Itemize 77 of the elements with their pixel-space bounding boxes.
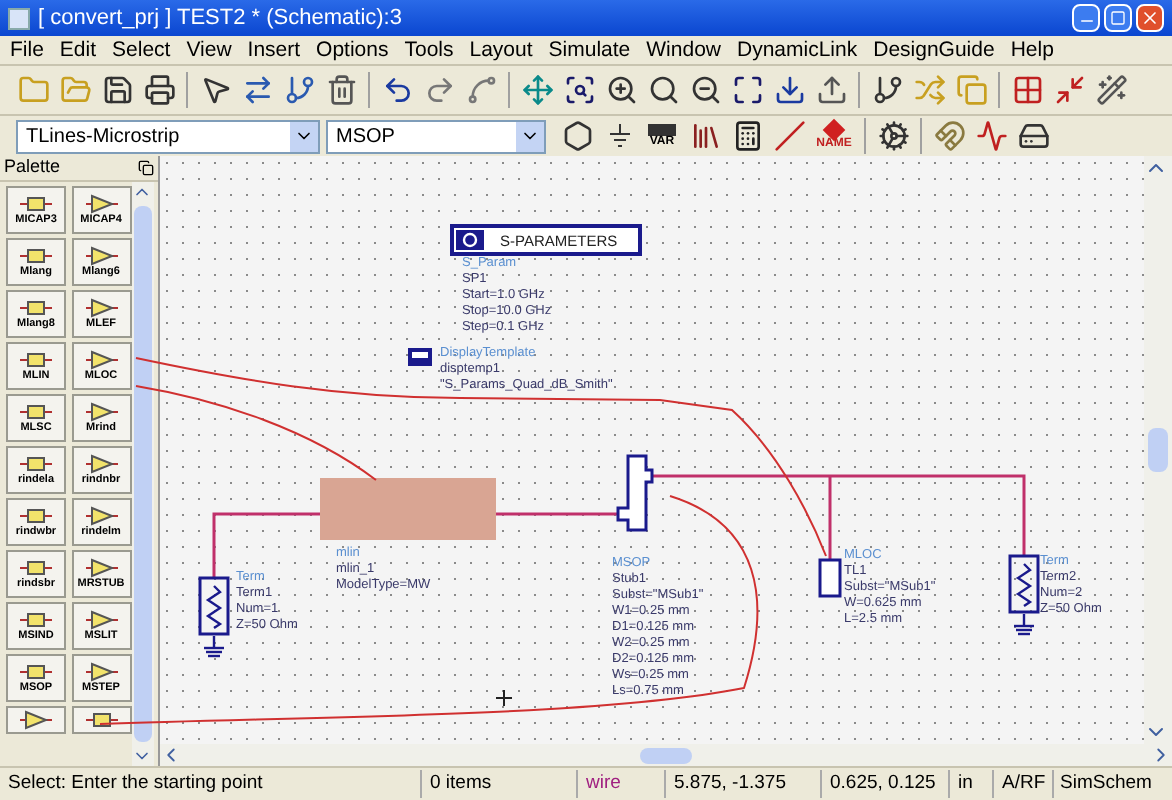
menu-item[interactable]: File <box>10 39 44 61</box>
simulation-block[interactable] <box>450 224 642 256</box>
termination-symbol[interactable] <box>198 576 230 636</box>
component-icon <box>20 193 52 214</box>
crosshair-cursor <box>495 689 513 707</box>
component-icon <box>85 401 117 422</box>
component-icon <box>20 453 52 474</box>
component-icon <box>20 710 52 730</box>
close-button[interactable] <box>1136 4 1164 32</box>
component-icon <box>85 710 117 730</box>
chevron-icon <box>516 121 544 151</box>
status-simulator: SimSchem <box>1052 769 1156 799</box>
component-icon <box>20 557 52 578</box>
window-title: [ convert_prj ] TEST2 * (Schematic):3 <box>38 3 402 34</box>
component-icon <box>85 609 117 630</box>
component-icon <box>20 661 52 682</box>
status-item-count: 0 items <box>420 769 576 799</box>
library-dropdown[interactable]: TLines-Microstrip <box>16 119 320 153</box>
scroll-thumb[interactable] <box>134 206 152 742</box>
simulation-icon <box>456 230 484 250</box>
wire[interactable] <box>652 474 1026 556</box>
component-icon <box>85 453 117 474</box>
component-icon <box>85 193 117 214</box>
template-icon <box>408 348 432 366</box>
menu-item[interactable]: Tools <box>404 39 454 61</box>
menu-item[interactable]: Window <box>646 39 721 61</box>
status-offset: 0.625, 0.125 <box>820 769 948 799</box>
schematic-canvas[interactable] <box>160 156 1144 744</box>
wire[interactable] <box>212 512 320 578</box>
minimize-button[interactable] <box>1072 4 1100 32</box>
status-coordinates: 5.875, -1.375 <box>664 769 820 799</box>
app-icon <box>8 7 30 29</box>
component-icon <box>20 609 52 630</box>
menu-item[interactable]: Select <box>112 39 171 61</box>
component-icon <box>20 245 52 266</box>
palette-item[interactable] <box>6 706 66 734</box>
status-units: in <box>948 769 992 799</box>
menu-item[interactable]: View <box>186 39 232 61</box>
open-stub-symbol[interactable] <box>616 454 654 532</box>
scroll-thumb[interactable] <box>1148 428 1168 472</box>
ground-symbol <box>204 636 224 658</box>
component-dropdown[interactable]: MSOP <box>326 119 546 153</box>
restore-icon[interactable] <box>138 160 154 176</box>
component-icon <box>85 349 117 370</box>
component-icon <box>85 297 117 318</box>
palette-item[interactable] <box>71 706 131 734</box>
termination-symbol[interactable] <box>1008 554 1040 614</box>
menu-item[interactable]: Options <box>316 39 389 61</box>
close-icon <box>1140 8 1160 28</box>
status-mode: wire <box>576 769 664 799</box>
maximize-icon <box>1110 10 1126 26</box>
component-icon <box>85 557 117 578</box>
menu-item[interactable]: DesignGuide <box>873 39 995 61</box>
menu-item[interactable]: Simulate <box>548 39 631 61</box>
chevron-icon <box>290 121 318 151</box>
ground-symbol <box>1014 614 1034 636</box>
component-icon <box>20 297 52 318</box>
menu-item[interactable]: Edit <box>59 39 97 61</box>
menu-item[interactable]: Help <box>1010 39 1054 61</box>
component-icon <box>20 401 52 422</box>
status-prompt: Select: Enter the starting point <box>6 769 265 798</box>
status-domain: A/RF <box>992 769 1052 799</box>
component-icon <box>85 245 117 266</box>
scroll-thumb[interactable] <box>640 747 692 763</box>
menu-item[interactable]: Layout <box>469 39 533 61</box>
palette-title: Palette <box>4 154 61 181</box>
maximize-button[interactable] <box>1104 4 1132 32</box>
ground-icon <box>607 124 631 148</box>
palette-scrollbar[interactable] <box>132 182 154 766</box>
horizontal-scrollbar[interactable] <box>160 744 1172 766</box>
component-icon <box>85 505 117 526</box>
component-icon <box>20 505 52 526</box>
vertical-scrollbar[interactable] <box>1144 156 1172 744</box>
component-icon <box>85 661 117 682</box>
menu-item[interactable]: DynamicLink <box>737 39 858 61</box>
component-icon <box>20 349 52 370</box>
menu-item[interactable]: Insert <box>247 39 301 61</box>
